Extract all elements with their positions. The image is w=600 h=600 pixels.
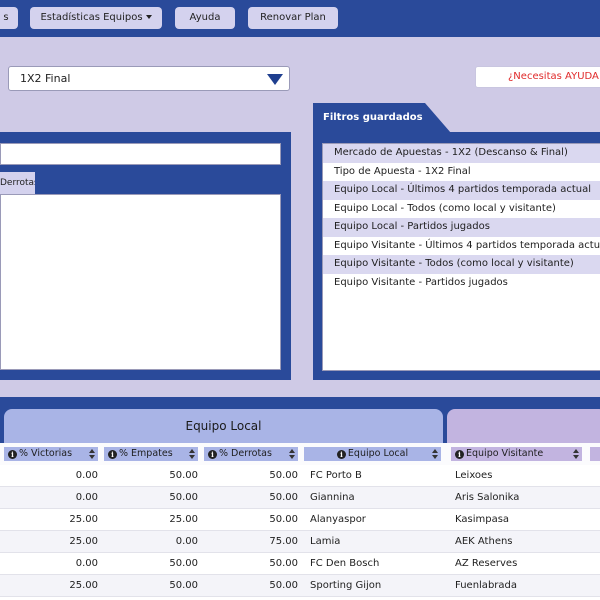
saved-filter-item[interactable]: Equipo Local - Todos (como local y visit… xyxy=(323,200,600,219)
cell-local-team: Giannina xyxy=(310,492,355,503)
column-header-victorias[interactable]: i% Victorias xyxy=(4,447,98,461)
saved-filters-title: Filtros guardados xyxy=(313,103,451,133)
chevron-down-icon[interactable] xyxy=(267,74,283,85)
sort-icon[interactable] xyxy=(573,449,579,459)
cell-victorias: 0.00 xyxy=(75,470,98,481)
cell-local-team: Alanyaspor xyxy=(310,514,366,525)
table-row[interactable]: 0.00 50.00 50.00 Giannina Aris Salonika xyxy=(0,487,600,509)
left-panel: Derrotas xyxy=(0,132,291,380)
cell-visitor-team: AEK Athens xyxy=(455,536,513,547)
info-icon: i xyxy=(455,450,464,459)
left-list-box[interactable] xyxy=(0,194,281,370)
cell-empates: 50.00 xyxy=(169,580,198,591)
nav-item-partial[interactable]: s xyxy=(0,7,18,29)
cell-empates: 50.00 xyxy=(169,492,198,503)
nav-item-label: Renovar Plan xyxy=(260,12,326,23)
cell-derrotas: 75.00 xyxy=(269,536,298,547)
cell-derrotas: 50.00 xyxy=(269,580,298,591)
cell-visitor-team: Fuenlabrada xyxy=(455,580,518,591)
cell-visitor-team: Kasimpasa xyxy=(455,514,510,525)
nav-item-team-stats[interactable]: Estadísticas Equipos xyxy=(30,7,162,29)
table-header-row: i% Victorias i% Empates i% Derrotas i Equ… xyxy=(0,443,600,465)
nav-item-label: Estadísticas Equipos xyxy=(40,12,143,23)
cell-empates: 50.00 xyxy=(169,558,198,569)
sort-icon[interactable] xyxy=(432,449,438,459)
cell-victorias: 25.00 xyxy=(69,580,98,591)
saved-filter-item[interactable]: Equipo Visitante - Últimos 4 partidos te… xyxy=(323,237,600,256)
info-icon: i xyxy=(8,450,17,459)
saved-filter-item[interactable]: Equipo Local - Últimos 4 partidos tempor… xyxy=(323,181,600,200)
cell-derrotas: 50.00 xyxy=(269,514,298,525)
cell-derrotas: 50.00 xyxy=(269,492,298,503)
saved-filter-item[interactable]: Equipo Visitante - Partidos jugados xyxy=(323,274,600,293)
top-nav-bar: s Estadísticas Equipos Ayuda Renovar Pla… xyxy=(0,0,600,37)
cell-derrotas: 50.00 xyxy=(269,558,298,569)
results-table: Equipo Local i% Victorias i% Empates i% … xyxy=(0,397,600,600)
saved-filters-list: Mercado de Apuestas - 1X2 (Descanso & Fi… xyxy=(322,143,600,371)
tab-derrotas[interactable]: Derrotas xyxy=(0,172,35,194)
cell-victorias: 0.00 xyxy=(75,492,98,503)
nav-item-renew-plan[interactable]: Renovar Plan xyxy=(248,7,338,29)
column-header-derrotas[interactable]: i% Derrotas xyxy=(204,447,298,461)
sort-icon[interactable] xyxy=(89,449,95,459)
select-value: 1X2 Final xyxy=(20,72,71,85)
group-header-local: Equipo Local xyxy=(4,409,443,443)
column-header-local-team[interactable]: i Equipo Local xyxy=(304,447,441,461)
cell-local-team: Sporting Gijon xyxy=(310,580,382,591)
help-button[interactable]: ¿Necesitas AYUDA xyxy=(475,66,600,88)
cell-victorias: 0.00 xyxy=(75,558,98,569)
table-row[interactable]: 0.00 50.00 50.00 FC Porto B Leixoes xyxy=(0,465,600,487)
table-row[interactable]: 25.00 50.00 50.00 Sporting Gijon Fuenlab… xyxy=(0,575,600,597)
table-body: 0.00 50.00 50.00 FC Porto B Leixoes 0.00… xyxy=(0,465,600,600)
cell-local-team: Lamia xyxy=(310,536,341,547)
table-row[interactable]: 25.00 25.00 50.00 Alanyaspor Kasimpasa xyxy=(0,509,600,531)
info-icon: i xyxy=(108,450,117,459)
filter-input[interactable] xyxy=(0,143,281,165)
group-header-visitor xyxy=(447,409,600,443)
saved-filter-item[interactable]: Equipo Local - Partidos jugados xyxy=(323,218,600,237)
table-row[interactable]: 25.00 0.00 75.00 Lamia AEK Athens xyxy=(0,531,600,553)
column-header-partial[interactable] xyxy=(590,447,600,461)
cell-visitor-team: AZ Reserves xyxy=(455,558,518,569)
cell-empates: 50.00 xyxy=(169,470,198,481)
info-icon: i xyxy=(208,450,217,459)
chevron-down-icon xyxy=(145,15,152,19)
saved-filters-panel: Mercado de Apuestas - 1X2 (Descanso & Fi… xyxy=(313,132,600,380)
info-icon: i xyxy=(336,450,346,459)
cell-visitor-team: Leixoes xyxy=(455,470,493,481)
column-header-empates[interactable]: i% Empates xyxy=(104,447,198,461)
cell-visitor-team: Aris Salonika xyxy=(455,492,520,503)
bet-type-select[interactable]: 1X2 Final xyxy=(8,66,290,91)
cell-victorias: 25.00 xyxy=(69,514,98,525)
cell-empates: 25.00 xyxy=(169,514,198,525)
saved-filter-item[interactable]: Equipo Visitante - Todos (como local y v… xyxy=(323,255,600,274)
cell-empates: 0.00 xyxy=(175,536,198,547)
cell-local-team: FC Porto B xyxy=(310,470,362,481)
sort-icon[interactable] xyxy=(189,449,195,459)
nav-item-label: Ayuda xyxy=(189,12,221,23)
column-header-visitor-team[interactable]: i Equipo Visitante xyxy=(451,447,582,461)
saved-filter-item[interactable]: Mercado de Apuestas - 1X2 (Descanso & Fi… xyxy=(323,144,600,163)
cell-local-team: FC Den Bosch xyxy=(310,558,380,569)
saved-filter-item[interactable]: Tipo de Apuesta - 1X2 Final xyxy=(323,163,600,182)
table-row[interactable]: 0.00 50.00 50.00 FC Den Bosch AZ Reserve… xyxy=(0,553,600,575)
nav-item-help[interactable]: Ayuda xyxy=(175,7,235,29)
cell-derrotas: 50.00 xyxy=(269,470,298,481)
sort-icon[interactable] xyxy=(289,449,295,459)
cell-victorias: 25.00 xyxy=(69,536,98,547)
